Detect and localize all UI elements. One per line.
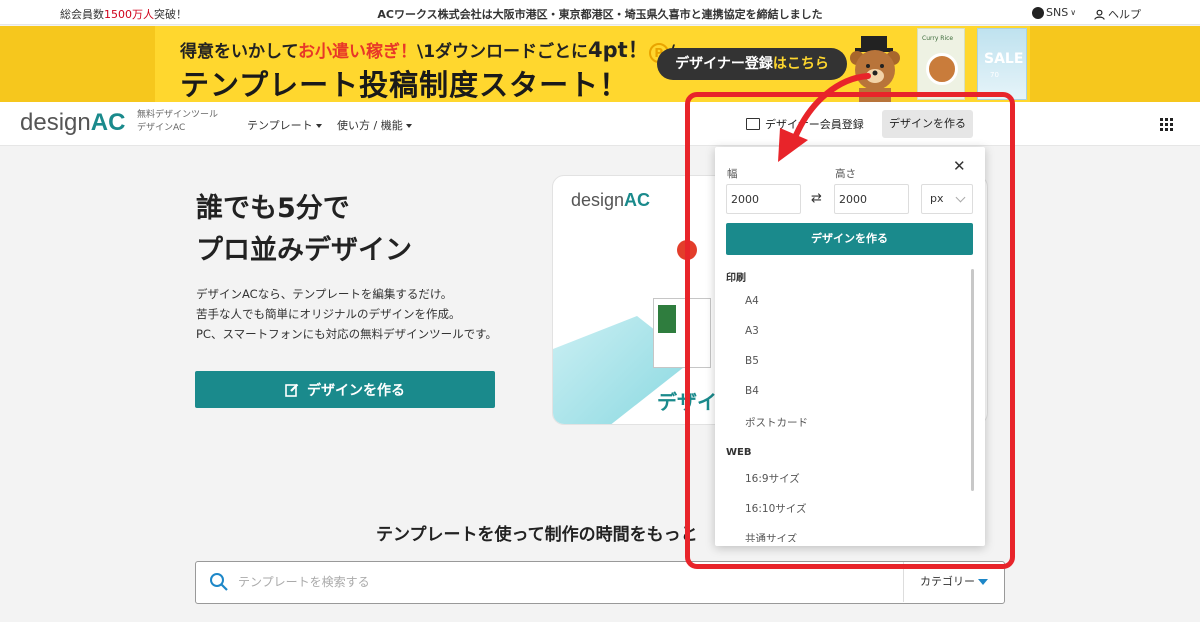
tagline-line-2: デザインAC <box>137 123 186 133</box>
banner-text-red: お小遣い稼ぎ！ <box>297 42 417 62</box>
sns-icon <box>1032 6 1044 19</box>
flyer-illustration <box>653 298 711 368</box>
sns-menu[interactable]: SNS ∨ <box>1032 6 1076 19</box>
preset-size-list: 印刷 A4 A3 B5 B4 ポストカード WEB 16:9サイズ 16:10サ… <box>715 265 977 542</box>
preset-item[interactable]: ポストカード <box>745 415 808 430</box>
promo-banner-inner[interactable]: 得意をいかしてお小遣い稼ぎ！\1ダウンロードごとに4pt！P/ テンプレート投稿… <box>155 26 1030 102</box>
logo-ac-text: AC <box>90 109 126 136</box>
site-header: designAC 無料デザインツール デザインAC テンプレート 使い方 / 機… <box>0 102 1200 146</box>
sns-label: SNS <box>1046 6 1069 19</box>
card-partial-text: デザイ <box>657 390 717 414</box>
sale-template-thumbnail: SALE 70 <box>977 28 1027 100</box>
flyer-green-block <box>658 305 676 333</box>
curry-thumbnail-title: Curry Rice <box>922 35 954 42</box>
hero-title: 誰でも5分で プロ並みデザイン <box>196 188 412 272</box>
unit-select[interactable]: px <box>921 184 973 214</box>
category-label: カテゴリー <box>920 575 975 588</box>
edit-icon <box>285 383 299 397</box>
nav-templates[interactable]: テンプレート <box>247 117 322 133</box>
nav-templates-label: テンプレート <box>247 119 313 132</box>
hero-desc-line-2: 苦手な人でも簡単にオリジナルのデザインを作成。 <box>196 307 461 321</box>
preset-item[interactable]: B4 <box>745 385 759 397</box>
logo-design-text: design <box>20 109 91 136</box>
card-logo: designAC <box>571 190 650 211</box>
unit-value: px <box>930 192 944 205</box>
site-tagline: 無料デザインツール デザインAC <box>137 109 218 135</box>
top-announcement-bar: 総会員数1500万人突破！ ACワークス株式会社は大阪市港区・東京都港区・埼玉県… <box>0 0 1200 25</box>
chevron-down-icon <box>955 192 966 203</box>
category-web: WEB <box>726 447 752 458</box>
card-logo-design: design <box>571 190 625 210</box>
height-label: 高さ <box>835 168 856 180</box>
promo-banner[interactable]: 得意をいかしてお小遣い稼ぎ！\1ダウンロードごとに4pt！P/ テンプレート投稿… <box>0 26 1200 102</box>
hero-desc-line-3: PC、スマートフォンにも対応の無料デザインツールです。 <box>196 327 497 341</box>
category-dropdown[interactable]: カテゴリー <box>903 562 1004 602</box>
balloon-decoration <box>677 240 697 260</box>
banner-text-a: 得意をいかして <box>180 42 298 62</box>
height-input[interactable] <box>834 184 909 214</box>
swap-dimensions-icon[interactable]: ⇄ <box>811 191 822 206</box>
preset-item[interactable]: A3 <box>745 325 759 337</box>
template-search-bar: カテゴリー <box>195 561 1005 604</box>
section-subtitle: テンプレートを使って制作の時間をもっと <box>376 525 698 545</box>
apps-grid-icon[interactable] <box>1160 118 1173 131</box>
hero-description: デザインACなら、テンプレートを編集するだけ。 苦手な人でも簡単にオリジナルのデ… <box>196 284 497 344</box>
help-link[interactable]: ヘルプ <box>1094 6 1141 22</box>
caret-down-icon <box>405 124 412 128</box>
register-text-a: デザイナー登録 <box>675 56 773 72</box>
caret-down-icon <box>315 124 322 128</box>
close-icon[interactable]: ✕ <box>953 157 966 175</box>
hero-desc-line-1: デザインACなら、テンプレートを編集するだけ。 <box>196 287 453 301</box>
user-icon <box>1094 9 1105 20</box>
bear-mascot-icon <box>850 36 900 102</box>
plate-image <box>926 53 958 85</box>
nav-usage-label: 使い方 / 機能 <box>337 119 403 132</box>
create-design-hero-label: デザインを作る <box>307 382 405 399</box>
announcement-link[interactable]: ACワークス株式会社は大阪市港区・東京都港区・埼玉県久喜市と連携協定を締結しまし… <box>0 6 1200 22</box>
site-logo[interactable]: designAC <box>20 109 125 137</box>
category-print: 印刷 <box>726 273 746 284</box>
preset-item[interactable]: 16:10サイズ <box>745 501 806 516</box>
banner-line-2: テンプレート投稿制度スタート！ <box>180 68 630 102</box>
curry-template-thumbnail: Curry Rice <box>917 28 965 100</box>
create-design-dropdown-button[interactable]: デザインを作る <box>726 223 973 255</box>
preset-item[interactable]: 16:9サイズ <box>745 471 800 486</box>
create-design-dropdown: ✕ 幅 高さ ⇄ px デザインを作る 印刷 A4 A3 B5 B4 ポストカー… <box>715 147 985 546</box>
dropdown-scrollbar[interactable] <box>971 269 974 491</box>
designer-register-link[interactable]: デザイナー会員登録 <box>746 116 864 132</box>
sale-thumbnail-sub: 70 <box>990 71 999 79</box>
sale-thumbnail-title: SALE <box>984 51 1024 67</box>
caret-down-icon <box>978 579 988 585</box>
create-design-header-button[interactable]: デザインを作る <box>882 110 973 138</box>
width-label: 幅 <box>727 168 738 180</box>
banner-line-1: 得意をいかしてお小遣い稼ぎ！\1ダウンロードごとに4pt！P/ <box>180 34 675 64</box>
hero-title-line-1: 誰でも5分で <box>196 193 350 224</box>
preset-item[interactable]: 共通サイズ <box>745 531 797 542</box>
nav-usage[interactable]: 使い方 / 機能 <box>337 117 412 133</box>
tagline-line-1: 無料デザインツール <box>137 110 219 120</box>
card-logo-ac: AC <box>624 190 651 210</box>
width-input[interactable] <box>726 184 801 214</box>
hero-title-line-2: プロ並みデザイン <box>196 235 412 266</box>
monitor-icon <box>746 118 760 130</box>
create-design-hero-button[interactable]: デザインを作る <box>195 371 495 408</box>
designer-register-banner-button[interactable]: デザイナー登録はこちら <box>657 48 847 80</box>
template-search-input[interactable] <box>238 571 878 593</box>
preset-item[interactable]: A4 <box>745 295 759 307</box>
designer-register-label: デザイナー会員登録 <box>765 118 864 131</box>
search-icon <box>210 573 228 591</box>
banner-text-pt: 4pt！ <box>588 38 649 62</box>
banner-text-b: \1ダウンロードごとに <box>416 42 589 62</box>
chevron-down-icon: ∨ <box>1070 8 1077 17</box>
register-text-b: はこちら <box>772 56 829 72</box>
help-label: ヘルプ <box>1108 8 1141 21</box>
preset-item[interactable]: B5 <box>745 355 759 367</box>
